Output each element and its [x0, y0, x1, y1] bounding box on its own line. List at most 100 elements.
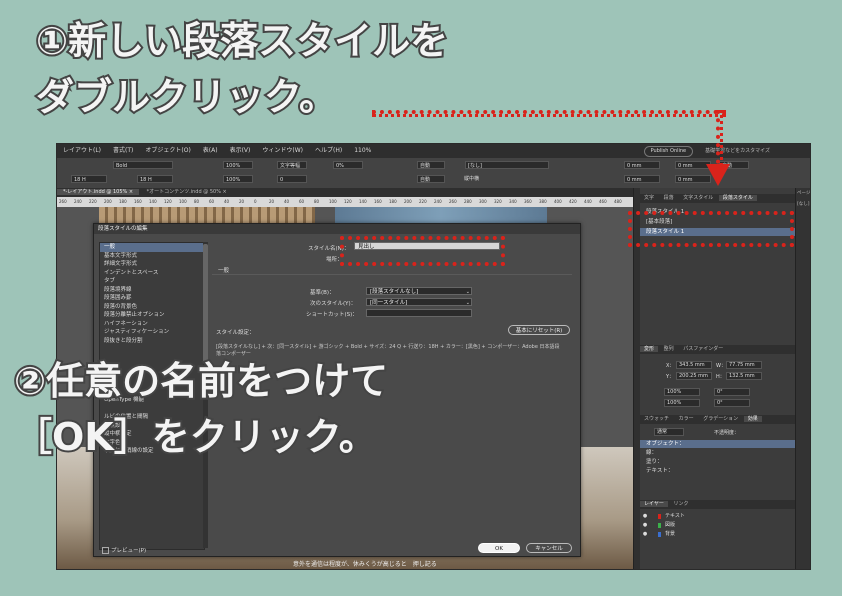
category-item[interactable]: タブ [100, 277, 204, 286]
ruler-tick-label: 220 [419, 199, 427, 204]
body-text-frame[interactable]: 意外を通信は程度が、休みくうが高じると 押し記る [293, 559, 437, 568]
layer-row[interactable]: ● 図版 [640, 521, 795, 530]
effects-fill-row[interactable]: 塗り： [640, 458, 795, 466]
effects-stroke-row[interactable]: 線： [640, 449, 795, 457]
category-item[interactable]: 段落の背景色 [100, 303, 204, 312]
workspace-switcher[interactable]: 基礎学習などをカスタマイズ [705, 144, 770, 158]
ruler-tick-label: 120 [164, 199, 172, 204]
doc-tab-1[interactable]: *-レイアウト.indd @ 105% × [57, 189, 140, 195]
category-item[interactable]: 段落境界線 [100, 286, 204, 295]
menu-object[interactable]: オブジェクト(O) [145, 144, 190, 158]
effects-object-row[interactable]: オブジェクト： [640, 440, 795, 448]
menu-type[interactable]: 書式(T) [113, 144, 133, 158]
y-field[interactable]: 200.25 mm [676, 372, 712, 380]
category-item[interactable]: ハイフネーション [100, 320, 204, 329]
eye-icon[interactable]: ● [642, 512, 648, 521]
blend-mode-select[interactable]: 通常 [654, 428, 684, 436]
category-item[interactable]: 段抜きと段分割 [100, 337, 204, 346]
ruler-tick-label: 160 [134, 199, 142, 204]
shear-field[interactable]: 0° [714, 399, 750, 407]
menu-layout[interactable]: レイアウト(L) [63, 144, 101, 158]
next-style-select[interactable]: [同一スタイル] ⌄ [366, 298, 472, 306]
ruler-tick-label: 180 [119, 199, 127, 204]
tab-gradient[interactable]: グラデーション [699, 416, 742, 422]
ruler-tick-label: 180 [389, 199, 397, 204]
indent-field-2[interactable]: 0 mm [624, 175, 660, 183]
tab-pathfinder[interactable]: パスファインダー [679, 346, 727, 352]
pages-tab[interactable]: ページ [796, 188, 810, 199]
scale-h-field[interactable]: 100% [223, 161, 253, 169]
h-label: H： [716, 374, 725, 380]
eye-icon[interactable]: ● [642, 521, 648, 530]
category-item[interactable]: 段落囲み罫 [100, 294, 204, 303]
effects-text-row[interactable]: テキスト： [640, 467, 795, 475]
reset-to-base-button[interactable]: 基本にリセット(R) [508, 325, 570, 335]
tab-layers[interactable]: レイヤー [640, 501, 668, 507]
preview-checkbox[interactable]: プレビュー(P) [102, 546, 146, 554]
tab-character[interactable]: 文字 [640, 195, 658, 201]
font-size-field[interactable]: 18 H [71, 175, 107, 183]
tab-swatches[interactable]: スウォッチ [640, 416, 673, 422]
tracking-field[interactable]: 0 [277, 175, 307, 183]
category-item[interactable]: ジャスティフィケーション [100, 328, 204, 337]
zoom-level[interactable]: 110% [354, 144, 371, 158]
category-item[interactable]: インデントとスペース [100, 269, 204, 278]
layer-row[interactable]: ● テキスト [640, 512, 795, 521]
ruler-tick-label: 200 [104, 199, 112, 204]
category-item[interactable]: 詳細文字形式 [100, 260, 204, 269]
ok-button[interactable]: OK [478, 543, 520, 553]
category-item[interactable]: 基本文字形式 [100, 252, 204, 261]
menu-window[interactable]: ウィンドウ(W) [262, 144, 303, 158]
category-item[interactable]: 一般 [100, 243, 204, 252]
ruler-tick-label: 320 [494, 199, 502, 204]
percent-field[interactable]: 0% [333, 161, 363, 169]
tab-links[interactable]: リンク [669, 501, 692, 507]
character-style-select[interactable]: [なし] [465, 161, 549, 169]
based-on-select[interactable]: [段落スタイルなし] ⌄ [366, 287, 472, 295]
ruler-tick-label: 240 [74, 199, 82, 204]
rotate-field[interactable]: 0° [714, 388, 750, 396]
tab-paragraph-styles[interactable]: 段落スタイル [718, 195, 757, 201]
text-panel-tabs: 文字 段落 文字スタイル 段落スタイル [640, 194, 795, 203]
category-item[interactable]: 段落分離禁止オプション [100, 311, 204, 320]
tab-color[interactable]: カラー [675, 416, 698, 422]
ruler-tick-label: 280 [464, 199, 472, 204]
scale-y-field[interactable]: 100% [664, 399, 700, 407]
menu-view[interactable]: 表示(V) [230, 144, 251, 158]
font-style-field[interactable]: Bold [113, 161, 173, 169]
annotation-highlight-style-name [340, 236, 505, 266]
tab-transform[interactable]: 変形 [640, 346, 659, 352]
ruler-tick-label: 260 [449, 199, 457, 204]
section-divider [212, 274, 572, 275]
publish-online-button[interactable]: Publish Online [643, 146, 694, 157]
category-item[interactable] [100, 345, 204, 354]
ruler-tick-label: 40 [284, 199, 290, 204]
layer-row[interactable]: ● 背景 [640, 530, 795, 539]
tab-character-styles[interactable]: 文字スタイル [679, 195, 717, 201]
pages-panel-collapsed[interactable]: ページ [なし] [795, 188, 810, 569]
shortcut-input[interactable] [366, 309, 472, 317]
doc-tab-2[interactable]: *オートコンテンツ.indd @ 50% × [141, 189, 233, 195]
leading-field[interactable]: 18 H [137, 175, 173, 183]
x-field[interactable]: 343.5 mm [676, 361, 712, 369]
tab-paragraph[interactable]: 段落 [660, 195, 678, 201]
horizontal-in-vertical-checkbox[interactable]: 縦中横 [462, 175, 510, 183]
auto-field-1[interactable]: 自動 [417, 161, 445, 169]
effects-panel-tabs: スウォッチ カラー グラデーション 効果 [640, 415, 795, 424]
scale-v-field[interactable]: 100% [223, 175, 253, 183]
proportional-field[interactable]: 文字等幅 [277, 161, 307, 169]
tab-align[interactable]: 整列 [660, 346, 678, 352]
scale-x-field[interactable]: 100% [664, 388, 700, 396]
category-item[interactable] [100, 405, 204, 414]
menu-help[interactable]: ヘルプ(H) [315, 144, 342, 158]
tab-effects[interactable]: 効果 [743, 416, 762, 422]
auto-field-2[interactable]: 自動 [417, 175, 445, 183]
caption-step1-line2: ダブルクリック。 [34, 75, 339, 119]
indent-field-1[interactable]: 0 mm [624, 161, 660, 169]
h-field[interactable]: 132.5 mm [726, 372, 762, 380]
menu-table[interactable]: 表(A) [203, 144, 218, 158]
ruler-tick-label: 100 [329, 199, 337, 204]
eye-icon[interactable]: ● [642, 530, 648, 539]
w-field[interactable]: 77.75 mm [726, 361, 762, 369]
cancel-button[interactable]: キャンセル [526, 543, 572, 553]
